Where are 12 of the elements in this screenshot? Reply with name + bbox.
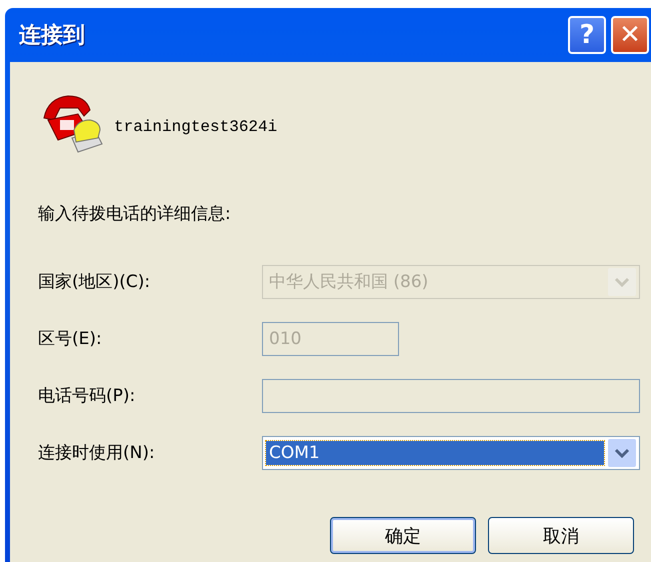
dialog-button[interactable]: 取消 — [488, 517, 634, 554]
window-title: 连接到 — [19, 22, 86, 50]
field-label: 区号(E): — [38, 328, 103, 350]
field-label: 连接时使用(N): — [38, 442, 156, 464]
instruction-text: 输入待拨电话的详细信息: — [38, 203, 232, 225]
help-button[interactable]: ? — [568, 16, 606, 54]
dialog-button[interactable]: 确定 — [330, 517, 476, 554]
close-button[interactable]: ✕ — [611, 16, 649, 54]
dropdown[interactable]: COM1 — [262, 436, 640, 470]
field-label: 电话号码(P): — [38, 385, 136, 407]
field-label: 国家(地区)(C): — [38, 271, 152, 293]
connection-name: trainingtest3624i — [114, 118, 278, 136]
